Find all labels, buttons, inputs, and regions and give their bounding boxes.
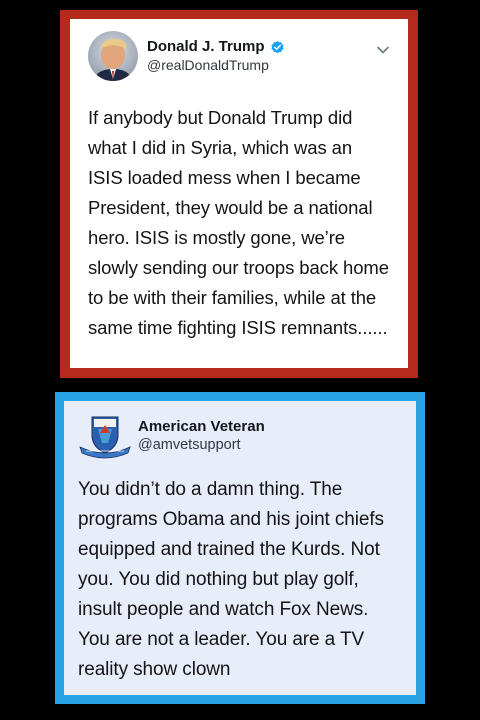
profile-photo-icon xyxy=(88,31,138,81)
display-name[interactable]: Donald J. Trump xyxy=(147,38,285,56)
handle[interactable]: @realDonaldTrump xyxy=(147,57,285,74)
tweet-text: You didn’t do a damn thing. The programs… xyxy=(78,479,384,680)
avatar[interactable] xyxy=(88,31,138,81)
tweet-card-veteran: American Veteran @amvetsupport You didn’… xyxy=(64,401,416,695)
name-block: Donald J. Trump @realDonaldTrump xyxy=(147,38,285,74)
display-name-text: American Veteran xyxy=(138,417,265,435)
name-block: American Veteran @amvetsupport xyxy=(138,418,265,454)
handle[interactable]: @amvetsupport xyxy=(138,437,265,454)
tweet-card-trump: Donald J. Trump @realDonaldTrump If anyb… xyxy=(70,19,408,368)
display-name[interactable]: American Veteran xyxy=(138,418,265,436)
tweet-frame-red: Donald J. Trump @realDonaldTrump If anyb… xyxy=(60,10,418,378)
military-emblem-icon xyxy=(79,416,131,459)
tweet-header: Donald J. Trump @realDonaldTrump xyxy=(88,31,390,81)
screenshot-canvas: { "tweet1": { "display_name": "Donald J.… xyxy=(0,0,480,720)
tweet-frame-blue: American Veteran @amvetsupport You didn’… xyxy=(55,392,425,704)
chevron-down-icon[interactable] xyxy=(376,45,390,55)
tweet-text: If anybody but Donald Trump did what I d… xyxy=(88,107,389,338)
tweet-header: American Veteran @amvetsupport xyxy=(78,413,402,459)
display-name-text: Donald J. Trump xyxy=(147,38,265,56)
avatar[interactable] xyxy=(78,413,132,459)
verified-badge-icon xyxy=(270,40,284,53)
